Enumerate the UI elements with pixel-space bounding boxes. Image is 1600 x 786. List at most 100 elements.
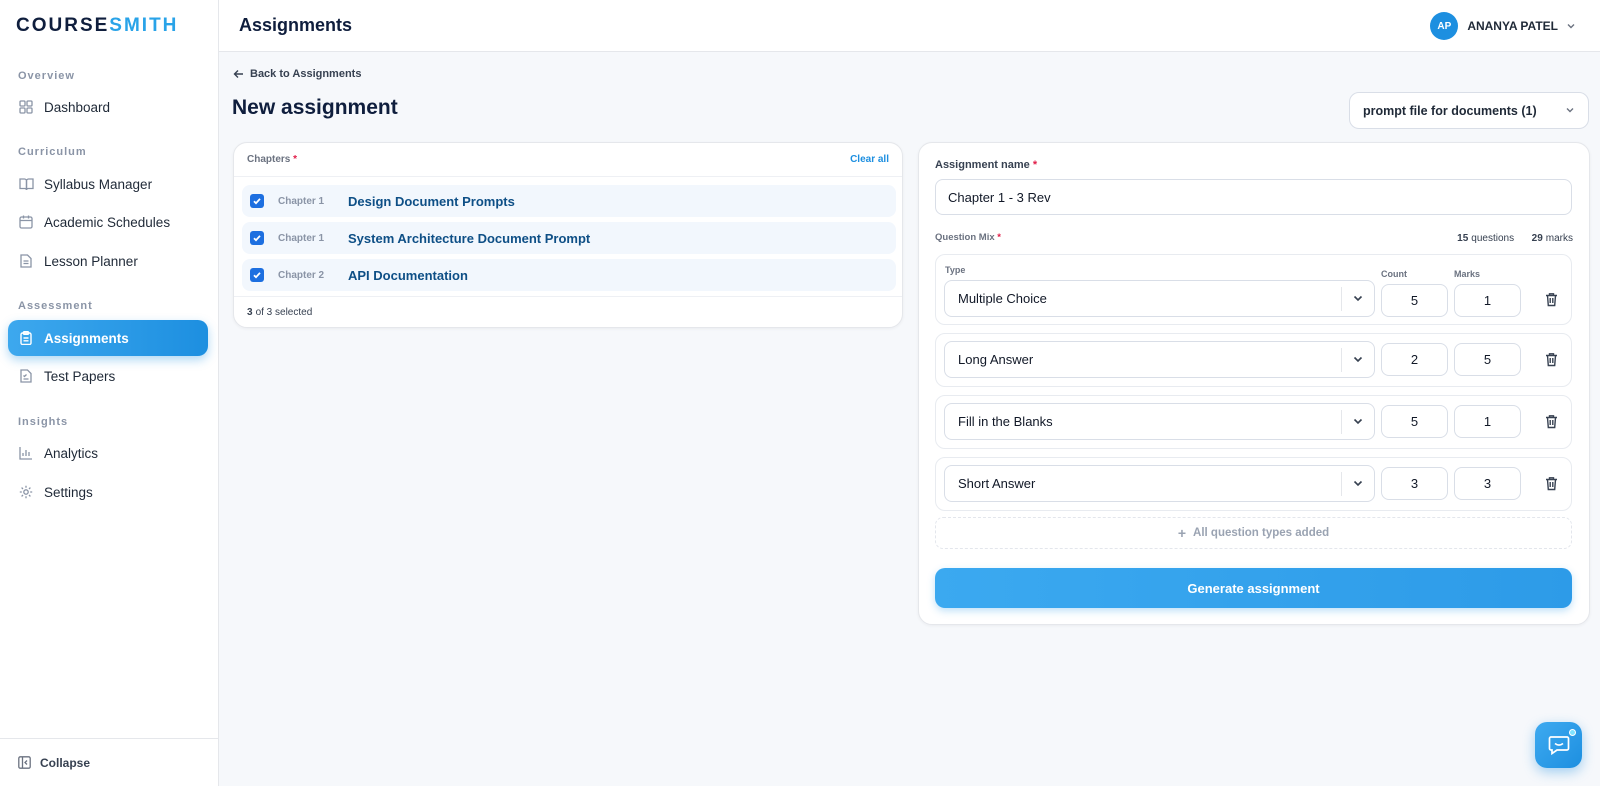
check-icon [253,235,261,242]
chevron-down-icon [1352,353,1364,365]
chevron-down-icon [1352,292,1364,304]
sidebar-item-lesson-planner[interactable]: Lesson Planner [8,243,208,279]
sidebar-item-test-papers[interactable]: Test Papers [8,358,208,394]
assignment-name-label-text: Assignment name [935,159,1030,171]
count-input[interactable]: 3 [1381,467,1448,500]
add-question-type-button[interactable]: + All question types added [935,517,1572,549]
trash-icon[interactable] [1545,352,1559,368]
sidebar-item-dashboard[interactable]: Dashboard [8,89,208,125]
back-link[interactable]: Back to Assignments [233,68,361,80]
divider [1341,410,1342,434]
book-icon [18,176,34,192]
section-insights: Insights [18,416,69,428]
question-type-select[interactable]: Fill in the Blanks [944,403,1375,440]
chapter-checkbox[interactable] [250,268,264,282]
chapter-title: System Architecture Document Prompt [348,230,591,246]
sidebar-item-syllabus-manager[interactable]: Syllabus Manager [8,166,208,202]
section-overview: Overview [18,70,75,82]
chapters-label-text: Chapters [247,154,291,165]
required-mark: * [997,232,1001,243]
generate-assignment-button[interactable]: Generate assignment [935,568,1572,608]
required-mark: * [1032,159,1038,171]
divider [1341,287,1342,311]
user-menu[interactable]: AP ANANYA PATEL [1430,12,1576,40]
clear-all-button[interactable]: Clear all [850,154,889,165]
question-type-value: Multiple Choice [958,291,1047,306]
marks-input[interactable]: 5 [1454,343,1521,376]
chapter-checkbox[interactable] [250,194,264,208]
marks-input[interactable]: 3 [1454,467,1521,500]
assignment-name-input[interactable]: Chapter 1 - 3 Rev [935,179,1572,215]
trash-icon[interactable] [1545,476,1559,492]
sidebar-item-settings[interactable]: Settings [8,474,208,510]
check-icon [253,272,261,279]
gear-icon [18,484,34,500]
question-type-select[interactable]: Short Answer [944,465,1375,502]
question-row: Fill in the Blanks 5 1 [935,395,1572,449]
section-assessment: Assessment [18,300,93,312]
sidebar-item-label: Dashboard [44,99,111,115]
assignment-card: Assignment name * Chapter 1 - 3 Rev Ques… [918,142,1590,625]
sidebar: COURSE SMITH Overview Dashboard Curriculu… [0,0,219,786]
sidebar-item-label: Syllabus Manager [44,176,153,192]
question-row: Long Answer 2 5 [935,333,1572,387]
assignment-name-label: Assignment name * [935,159,1037,171]
chevron-down-icon [1352,415,1364,427]
avatar: AP [1430,12,1459,40]
chevron-down-icon [1566,21,1576,31]
marks-input[interactable]: 1 [1454,284,1521,317]
total-marks: 29 [1531,233,1543,244]
marks-input[interactable]: 1 [1454,405,1521,438]
divider [1341,348,1342,372]
plus-icon: + [1177,525,1187,541]
check-icon [253,198,261,205]
sidebar-item-analytics[interactable]: Analytics [8,435,208,471]
chapter-row[interactable]: Chapter 1 Design Document Prompts [242,185,896,217]
chapter-number: Chapter 2 [278,269,325,281]
section-curriculum: Curriculum [18,146,87,158]
question-type-select[interactable]: Multiple Choice [944,280,1375,317]
page-header-title: Assignments [239,15,353,35]
page-title: New assignment [232,96,398,119]
bar-chart-icon [18,445,34,461]
sidebar-collapse-icon [18,756,31,769]
total-questions: 15 [1457,233,1469,244]
logo-prefix: COURSE [16,15,110,36]
user-name: ANANYA PATEL [1467,19,1558,33]
question-row: Type Count Marks Multiple Choice 5 1 [935,254,1572,325]
sidebar-item-label: Academic Schedules [44,214,171,230]
chapter-checkbox[interactable] [250,231,264,245]
test-paper-icon [18,368,34,384]
notification-dot [1569,729,1576,736]
arrow-left-icon [233,69,244,79]
chapters-label: Chapters * [247,154,297,165]
question-type-select[interactable]: Long Answer [944,341,1375,378]
count-input[interactable]: 5 [1381,284,1448,317]
chapter-number: Chapter 1 [278,195,325,207]
document-icon [18,253,34,269]
sidebar-item-assignments[interactable]: Assignments [8,320,208,356]
chapters-header: Chapters * Clear all [234,143,902,177]
sidebar-item-label: Test Papers [44,368,116,384]
trash-icon[interactable] [1545,414,1559,430]
chapter-row[interactable]: Chapter 2 API Documentation [242,259,896,291]
template-select[interactable]: prompt file for documents (1) [1349,92,1589,129]
grid-icon [18,99,34,115]
chat-button[interactable] [1535,722,1582,768]
collapse-button[interactable]: Collapse [0,738,219,786]
all-added-label: All question types added [1193,527,1330,539]
total-questions-suffix: questions [1471,233,1515,244]
count-input[interactable]: 5 [1381,405,1448,438]
logo[interactable]: COURSE SMITH [0,0,218,52]
question-type-value: Fill in the Blanks [958,414,1053,429]
chapter-row[interactable]: Chapter 1 System Architecture Document P… [242,222,896,254]
logo-suffix: SMITH [109,15,179,36]
topbar: Assignments AP ANANYA PATEL [219,0,1600,52]
calendar-icon [18,214,34,230]
selected-suffix: of 3 selected [255,306,313,318]
sidebar-item-academic-schedules[interactable]: Academic Schedules [8,204,208,240]
question-type-value: Long Answer [958,352,1034,367]
trash-icon[interactable] [1545,292,1559,308]
sidebar-item-label: Settings [44,484,93,500]
count-input[interactable]: 2 [1381,343,1448,376]
